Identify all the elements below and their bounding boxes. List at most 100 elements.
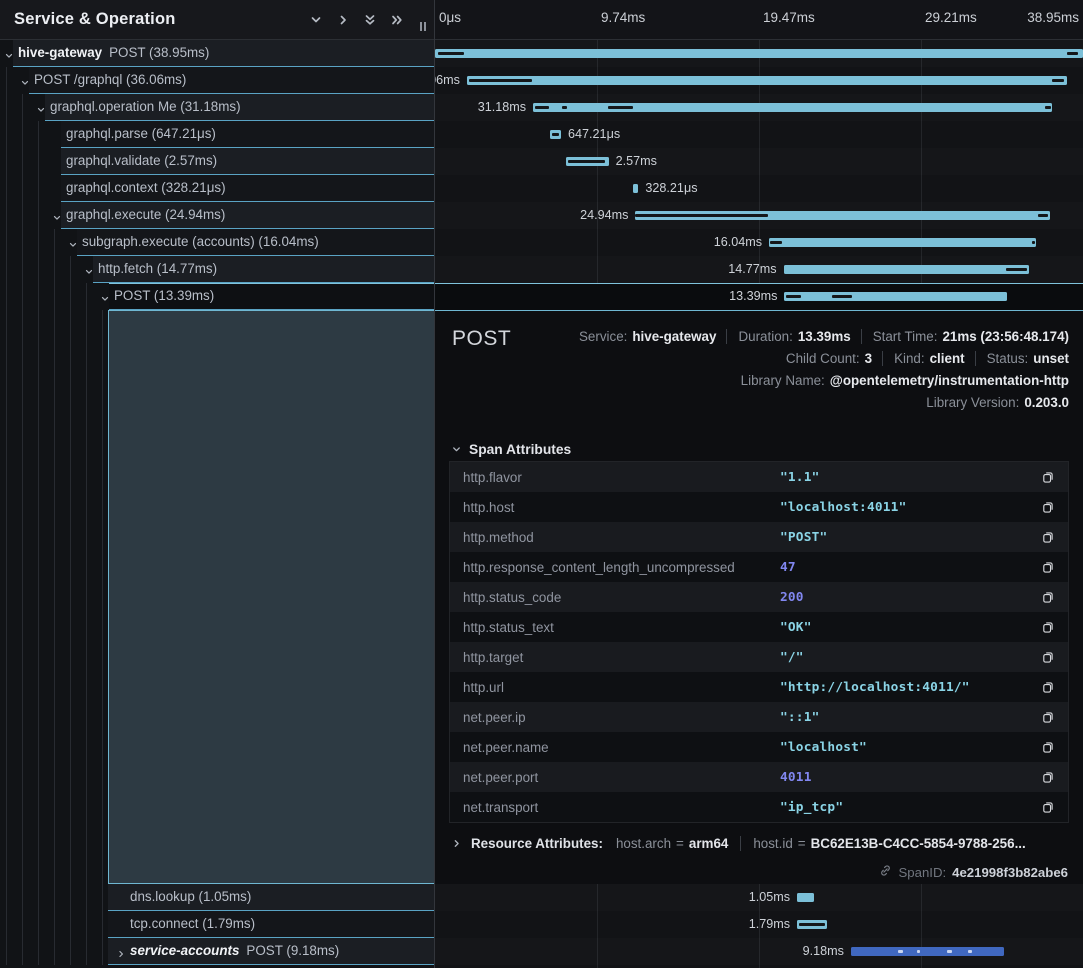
- span-row[interactable]: dns.lookup (1.05ms): [0, 884, 434, 911]
- timeline-row[interactable]: 36.06ms: [435, 67, 1083, 94]
- timeline-row[interactable]: 31.18ms: [435, 94, 1083, 121]
- tree-indent-guide: [54, 884, 55, 911]
- span-row[interactable]: graphql.operation Me (31.18ms): [0, 94, 434, 121]
- span-bar[interactable]: [435, 49, 1083, 58]
- span-bar-child-tick: [469, 79, 532, 82]
- timeline-row[interactable]: 14.77ms: [435, 256, 1083, 283]
- span-row[interactable]: graphql.execute (24.94ms): [0, 202, 434, 229]
- span-duration-label: 13.39ms: [729, 283, 777, 310]
- chevron-right-icon[interactable]: [116, 946, 126, 964]
- span-row[interactable]: service-accountsPOST (9.18ms): [0, 938, 434, 965]
- timeline-row[interactable]: 647.21μs: [435, 121, 1083, 148]
- timeline-row[interactable]: 9.18ms: [435, 938, 1083, 965]
- span-bar-child-tick: [438, 52, 464, 55]
- copy-icon[interactable]: [1028, 560, 1068, 574]
- tree-indent-guide: [22, 229, 23, 256]
- copy-icon[interactable]: [1028, 740, 1068, 754]
- span-row[interactable]: POST /graphql (36.06ms): [0, 67, 434, 94]
- link-icon[interactable]: [879, 864, 892, 880]
- tree-indent-guide: [6, 229, 7, 256]
- span-bar[interactable]: [533, 103, 1052, 112]
- chevron-down-icon[interactable]: [68, 237, 78, 255]
- copy-icon[interactable]: [1028, 530, 1068, 544]
- copy-icon[interactable]: [1028, 470, 1068, 484]
- copy-icon[interactable]: [1028, 500, 1068, 514]
- span-bar[interactable]: [784, 292, 1007, 301]
- span-bar[interactable]: [566, 157, 609, 166]
- chevron-down-icon[interactable]: [36, 102, 46, 120]
- tree-indent-guide: [22, 283, 23, 310]
- span-bar[interactable]: [635, 211, 1050, 220]
- span-duration-label: 16.04ms: [714, 229, 762, 256]
- attribute-key: http.response_content_length_uncompresse…: [450, 560, 780, 575]
- attribute-row: http.method"POST": [450, 522, 1068, 552]
- chevron-down-icon[interactable]: [4, 48, 14, 66]
- tree-indent-guide: [70, 310, 71, 884]
- copy-icon[interactable]: [1028, 800, 1068, 814]
- tree-indent-guide: [22, 202, 23, 229]
- span-id-label: SpanID:: [898, 865, 946, 880]
- attribute-key: http.target: [450, 650, 780, 665]
- attribute-key: http.status_code: [450, 590, 780, 605]
- span-bar-child-tick: [1045, 106, 1050, 109]
- span-row[interactable]: graphql.context (328.21μs): [0, 175, 434, 202]
- collapse-all-icon[interactable]: [383, 6, 410, 33]
- span-bar[interactable]: [633, 184, 638, 193]
- timeline-row-selected[interactable]: 13.39ms: [435, 283, 1083, 310]
- span-row-selected[interactable]: POST (13.39ms): [0, 283, 434, 310]
- chevron-down-icon[interactable]: [100, 291, 110, 309]
- collapse-one-icon[interactable]: [329, 6, 356, 33]
- chevron-down-icon[interactable]: [52, 210, 62, 228]
- span-duration-label: 328.21μs: [645, 175, 697, 202]
- copy-icon[interactable]: [1028, 710, 1068, 724]
- tree-indent-guide: [22, 256, 23, 283]
- span-bar[interactable]: [797, 893, 814, 902]
- expand-one-icon[interactable]: [302, 6, 329, 33]
- copy-icon[interactable]: [1028, 620, 1068, 634]
- timeline-row[interactable]: 328.21μs: [435, 175, 1083, 202]
- span-row[interactable]: http.fetch (14.77ms): [0, 256, 434, 283]
- span-row[interactable]: tcp.connect (1.79ms): [0, 911, 434, 938]
- chevron-right-icon: [451, 838, 462, 849]
- span-bar[interactable]: [851, 947, 1004, 956]
- timeline-row[interactable]: 1.79ms: [435, 911, 1083, 938]
- timeline-row[interactable]: 2.57ms: [435, 148, 1083, 175]
- tree-header: Service & Operation: [0, 0, 434, 40]
- chevron-down-icon[interactable]: [84, 264, 94, 282]
- service-name: service-accounts: [130, 943, 239, 958]
- span-row[interactable]: graphql.parse (647.21μs): [0, 121, 434, 148]
- chevron-down-icon[interactable]: [20, 75, 30, 93]
- span-bar[interactable]: [784, 265, 1030, 274]
- span-bar[interactable]: [769, 238, 1036, 247]
- timeline-row[interactable]: 24.94ms: [435, 202, 1083, 229]
- attribute-value: "1.1": [780, 470, 1028, 485]
- timeline-row[interactable]: 38.95ms: [435, 40, 1083, 67]
- copy-icon[interactable]: [1028, 590, 1068, 604]
- copy-icon[interactable]: [1028, 650, 1068, 664]
- copy-icon[interactable]: [1028, 770, 1068, 784]
- span-bar-child-tick: [1052, 79, 1064, 82]
- span-bar[interactable]: [550, 130, 561, 139]
- attribute-key: net.peer.ip: [450, 710, 780, 725]
- span-row[interactable]: subgraph.execute (accounts) (16.04ms): [0, 229, 434, 256]
- timeline-row[interactable]: 1.05ms: [435, 884, 1083, 911]
- span-bar[interactable]: [797, 920, 827, 929]
- pane-resizer-grip[interactable]: [420, 22, 426, 31]
- span-bar[interactable]: [467, 76, 1067, 85]
- resource-attributes-row[interactable]: Resource Attributes: host.arch=arm64host…: [451, 836, 1026, 851]
- span-row[interactable]: hive-gatewayPOST (38.95ms): [0, 40, 434, 67]
- span-row[interactable]: graphql.validate (2.57ms): [0, 148, 434, 175]
- copy-icon[interactable]: [1028, 680, 1068, 694]
- attribute-value: "localhost:4011": [780, 500, 1028, 515]
- expand-all-icon[interactable]: [356, 6, 383, 33]
- span-bar-child-tick: [917, 950, 920, 953]
- detail-meta-item: Start Time:21ms (23:56:48.174): [861, 329, 1069, 344]
- tree-indent-guide: [86, 310, 87, 884]
- selected-span-highlight[interactable]: [108, 310, 434, 884]
- timeline-row[interactable]: 16.04ms: [435, 229, 1083, 256]
- span-attributes-header[interactable]: Span Attributes: [451, 442, 571, 457]
- ruler-tick: 29.21ms: [925, 10, 977, 25]
- span-duration-label: 31.18ms: [478, 94, 526, 121]
- span-bar-child-tick: [898, 950, 903, 953]
- span-bar-child-tick: [568, 160, 606, 163]
